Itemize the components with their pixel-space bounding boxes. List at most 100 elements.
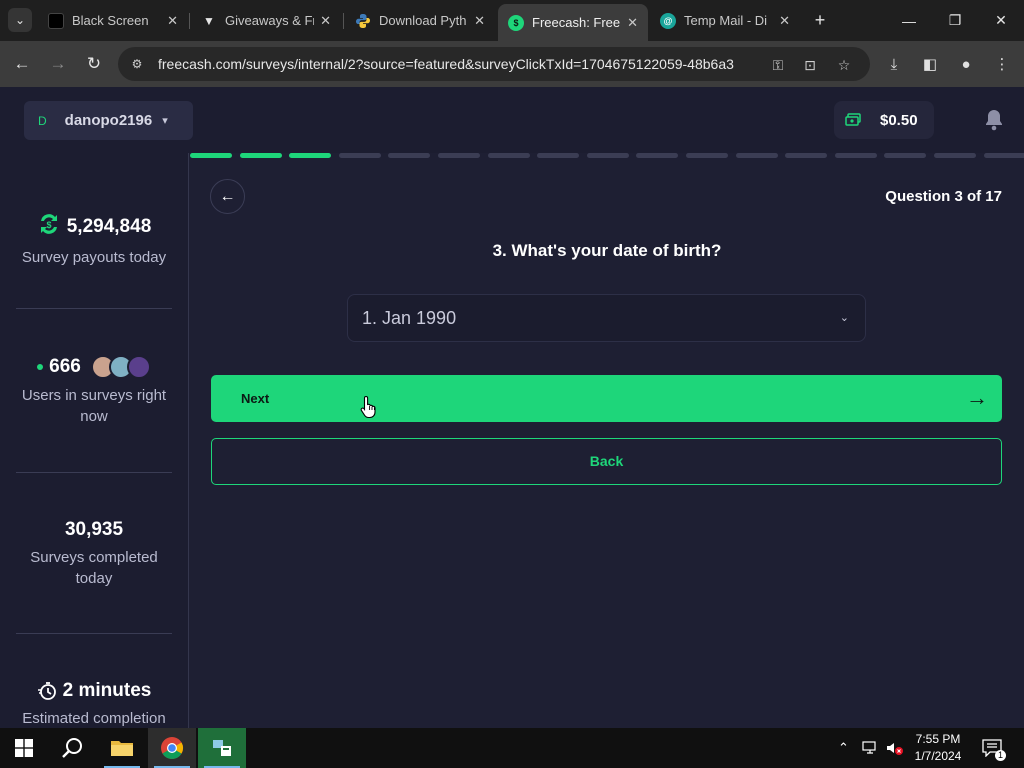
url-text[interactable]: freecash.com/surveys/internal/2?source=f… bbox=[158, 56, 734, 72]
forward-arrow-icon[interactable]: → bbox=[45, 51, 71, 77]
freecash-favicon-icon: $ bbox=[508, 14, 524, 31]
windows-taskbar: ⌃ 7:55 PM 1/7/2024 1 bbox=[0, 728, 1024, 768]
site-header: D danopo2196 ▾ $0.50 bbox=[0, 87, 1024, 153]
browser-tab-3[interactable]: Download Pyth ✕ bbox=[345, 6, 495, 35]
address-bar[interactable]: ⚙ freecash.com/surveys/internal/2?source… bbox=[118, 47, 870, 81]
chrome-taskbar-icon[interactable] bbox=[148, 728, 196, 768]
show-hidden-icons-chevron-icon[interactable]: ⌃ bbox=[838, 728, 849, 768]
file-explorer-icon[interactable] bbox=[98, 728, 146, 768]
minimize-window-icon[interactable]: — bbox=[886, 0, 932, 41]
browser-tab-1[interactable]: Black Screen ✕ bbox=[38, 6, 188, 35]
next-button[interactable]: Next → bbox=[211, 375, 1002, 422]
close-tab-icon[interactable]: ✕ bbox=[779, 13, 790, 29]
close-tab-icon[interactable]: ✕ bbox=[167, 13, 178, 29]
hand-cursor-icon bbox=[360, 395, 376, 419]
chevron-down-icon: ▾ bbox=[162, 115, 168, 127]
browser-toolbar: ← → ↻ ⚙ freecash.com/surveys/internal/2?… bbox=[0, 41, 1024, 87]
progress-segment bbox=[190, 153, 232, 158]
tab-title: Freecash: Free C bbox=[532, 15, 621, 30]
clock-time: 7:55 PM bbox=[915, 732, 961, 746]
app-taskbar-icon[interactable] bbox=[198, 728, 246, 768]
notifications-icon[interactable]: 1 bbox=[982, 728, 1006, 768]
progress-segment bbox=[338, 153, 381, 158]
date-of-birth-select[interactable]: 1. Jan 1990 ⌄ bbox=[347, 294, 866, 342]
search-icon[interactable] bbox=[48, 728, 96, 768]
user-menu-button[interactable]: D danopo2196 ▾ bbox=[24, 101, 193, 140]
users-label: Users in surveys right now bbox=[21, 387, 167, 425]
users-value: 666 bbox=[49, 356, 81, 377]
tab-title: Giveaways & Fr bbox=[225, 13, 315, 28]
python-favicon-icon bbox=[355, 13, 371, 29]
username: danopo2196 bbox=[64, 112, 153, 129]
progress-segment bbox=[785, 153, 828, 158]
selected-value: 1. Jan 1990 bbox=[362, 308, 457, 328]
back-arrow-circle-button[interactable]: ← bbox=[210, 179, 245, 214]
downloads-icon[interactable]: ⤓ bbox=[882, 52, 906, 76]
system-clock[interactable]: 7:55 PM 1/7/2024 bbox=[908, 731, 968, 765]
online-dot-icon bbox=[37, 364, 44, 370]
restore-window-icon[interactable]: ❐ bbox=[932, 0, 978, 41]
avatar: D bbox=[38, 113, 47, 128]
back-button[interactable]: Back bbox=[211, 438, 1002, 485]
tab-separator bbox=[189, 13, 190, 29]
payouts-value: 5,294,848 bbox=[66, 216, 152, 237]
tab-search-button[interactable]: ⌄ bbox=[8, 8, 32, 32]
tab-separator bbox=[343, 13, 344, 29]
balance-amount: $0.50 bbox=[880, 111, 918, 129]
survey-panel: ← Question 3 of 17 3. What's your date o… bbox=[190, 159, 1024, 728]
payouts-label: Survey payouts today bbox=[21, 249, 167, 266]
progress-segment bbox=[487, 153, 530, 158]
notification-bell-icon[interactable] bbox=[982, 108, 1006, 132]
completed-stat: 30,935 Surveys completed today bbox=[0, 519, 188, 589]
progress-segment bbox=[934, 153, 976, 158]
side-panel-icon[interactable]: ◧ bbox=[918, 52, 942, 76]
progress-segment bbox=[884, 153, 927, 158]
close-tab-icon[interactable]: ✕ bbox=[320, 13, 331, 29]
bookmark-star-icon[interactable]: ☆ bbox=[834, 55, 854, 75]
completed-value: 30,935 bbox=[64, 519, 124, 540]
cash-icon bbox=[834, 101, 872, 139]
new-tab-plus-icon[interactable]: + bbox=[810, 10, 830, 30]
divider bbox=[16, 308, 172, 309]
back-label: Back bbox=[589, 453, 624, 469]
progress-segment bbox=[636, 153, 679, 158]
completed-label: Surveys completed today bbox=[30, 549, 158, 587]
black-screen-favicon-icon bbox=[48, 12, 64, 29]
close-tab-icon[interactable]: ✕ bbox=[627, 15, 638, 31]
password-key-icon[interactable]: ⚿ bbox=[768, 55, 788, 75]
progress-segment bbox=[586, 153, 629, 158]
question-title: 3. What's your date of birth? bbox=[492, 241, 722, 260]
question-counter: Question 3 of 17 bbox=[885, 188, 1002, 205]
network-icon[interactable] bbox=[862, 728, 880, 768]
clock-date: 1/7/2024 bbox=[914, 749, 962, 763]
site-settings-icon[interactable]: ⚙ bbox=[128, 55, 146, 73]
profile-icon[interactable]: ● bbox=[954, 52, 978, 76]
back-arrow-icon[interactable]: ← bbox=[9, 51, 35, 77]
giveaways-favicon-icon: ▼ bbox=[203, 13, 215, 28]
browser-tab-strip: ⌄ Black Screen ✕ ▼ Giveaways & Fr ✕ Down… bbox=[0, 0, 1024, 41]
reload-icon[interactable]: ↻ bbox=[81, 51, 107, 77]
stats-sidebar: $ 5,294,848 Survey payouts today 666 Use… bbox=[0, 153, 189, 728]
divider bbox=[16, 472, 172, 473]
temp-mail-favicon-icon: @ bbox=[660, 12, 676, 29]
progress-segment bbox=[438, 153, 480, 158]
close-tab-icon[interactable]: ✕ bbox=[474, 13, 485, 29]
windows-start-icon[interactable] bbox=[0, 728, 48, 768]
progress-segment bbox=[388, 153, 431, 158]
user-avatars bbox=[90, 355, 151, 379]
progress-segment bbox=[239, 153, 282, 158]
close-window-icon[interactable]: ✕ bbox=[978, 0, 1024, 41]
tab-title: Temp Mail - Di bbox=[684, 13, 768, 28]
browser-tab-5[interactable]: @ Temp Mail - Di ✕ bbox=[650, 6, 800, 35]
estimate-label: Estimated completion bbox=[22, 710, 166, 727]
chrome-menu-icon[interactable]: ⋮ bbox=[990, 52, 1014, 76]
browser-tab-2[interactable]: ▼ Giveaways & Fr ✕ bbox=[191, 6, 341, 35]
balance-pill[interactable]: $0.50 bbox=[834, 101, 934, 139]
progress-segment bbox=[686, 153, 728, 158]
payout-exchange-icon: $ bbox=[37, 213, 61, 241]
users-stat: 666 Users in surveys right now bbox=[0, 355, 188, 427]
browser-tab-4-active[interactable]: $ Freecash: Free C ✕ bbox=[498, 4, 648, 41]
install-app-icon[interactable]: ⊡ bbox=[800, 55, 820, 75]
volume-muted-icon[interactable] bbox=[886, 728, 904, 768]
estimate-stat: 2 minutes Estimated completion bbox=[0, 680, 188, 729]
